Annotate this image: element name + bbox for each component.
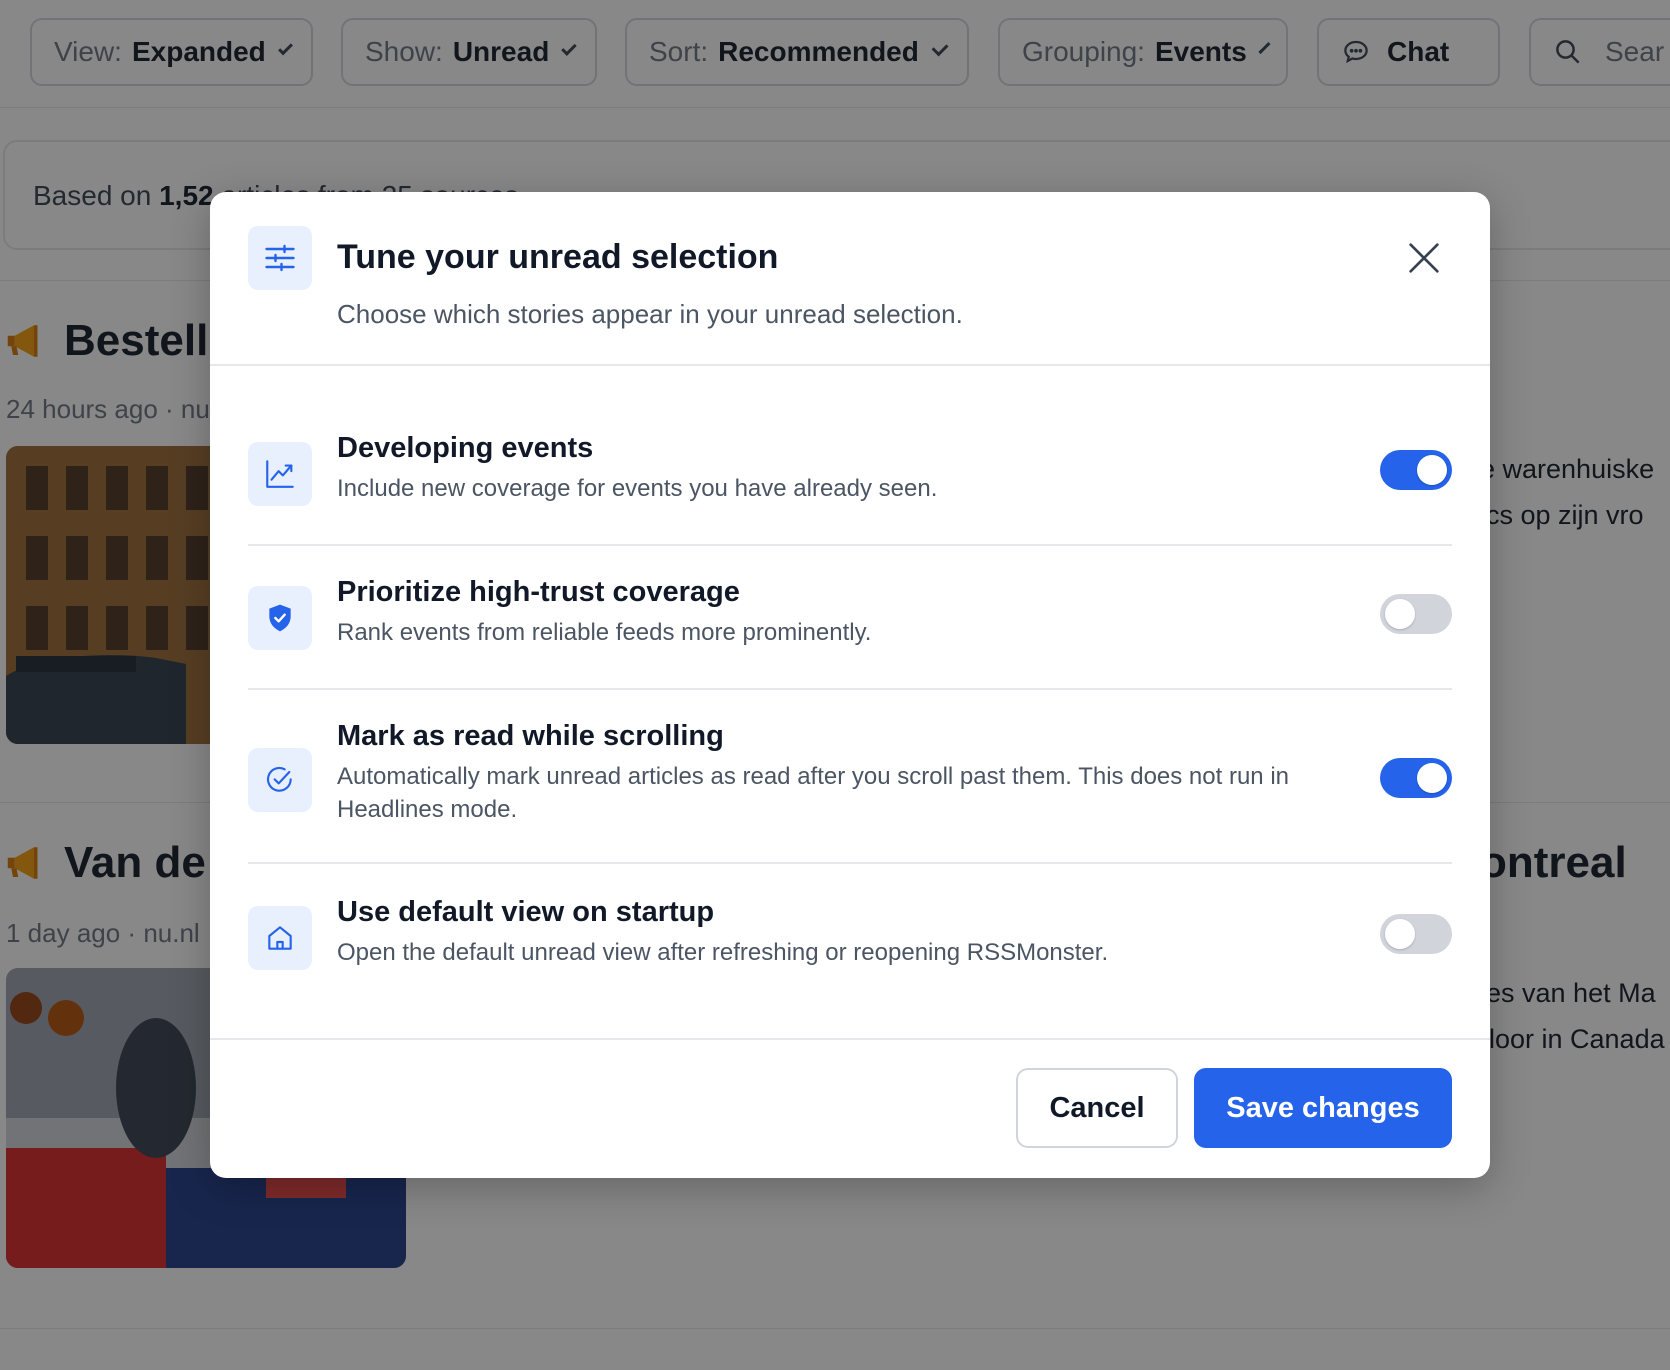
toggle-knob [1385,599,1415,629]
option-title: Use default view on startup [337,896,715,928]
option-description: Open the default unread view after refre… [337,939,1109,966]
option-title: Mark as read while scrolling [337,720,724,752]
home-icon [248,906,312,970]
option-high-trust: Prioritize high-trust coverage Rank even… [248,576,1452,652]
cancel-button[interactable]: Cancel [1016,1068,1178,1148]
divider [248,688,1452,690]
dialog-footer: Cancel Save changes [210,1038,1490,1178]
trend-chart-icon [248,442,312,506]
option-developing-events: Developing events Include new coverage f… [248,432,1452,508]
dialog-subtitle: Choose which stories appear in your unre… [337,299,963,329]
divider [248,862,1452,864]
toggle-knob [1417,763,1447,793]
toggle-knob [1385,919,1415,949]
high-trust-toggle[interactable] [1380,594,1452,634]
option-title: Developing events [337,432,594,464]
option-description: Rank events from reliable feeds more pro… [337,619,872,646]
dialog-header: Tune your unread selection Choose which … [210,192,1490,366]
check-circle-icon [248,748,312,812]
option-title: Prioritize high-trust coverage [337,576,740,608]
sliders-icon [248,226,312,290]
option-mark-read-scrolling: Mark as read while scrolling Automatical… [248,720,1452,836]
tune-selection-dialog: Tune your unread selection Choose which … [210,192,1490,1178]
toggle-knob [1417,455,1447,485]
mark-read-scrolling-toggle[interactable] [1380,758,1452,798]
developing-events-toggle[interactable] [1380,450,1452,490]
default-view-toggle[interactable] [1380,914,1452,954]
shield-check-icon [248,586,312,650]
close-icon[interactable] [1404,238,1444,278]
divider [248,544,1452,546]
dialog-title: Tune your unread selection [337,238,779,276]
option-default-view: Use default view on startup Open the def… [248,896,1452,972]
save-changes-button[interactable]: Save changes [1194,1068,1452,1148]
option-description: Automatically mark unread articles as re… [337,763,1289,823]
option-description: Include new coverage for events you have… [337,475,938,502]
